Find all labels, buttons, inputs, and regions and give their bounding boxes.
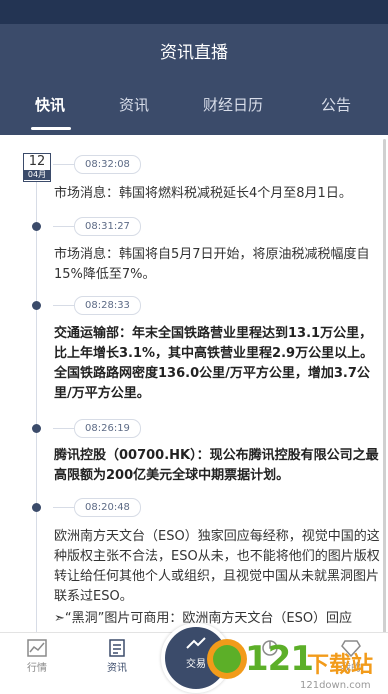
timeline-dot	[32, 222, 41, 231]
date-badge: 12 04月	[23, 153, 51, 182]
watermark-number: 121	[245, 639, 314, 679]
trade-icon	[186, 637, 206, 649]
status-bar	[0, 0, 388, 24]
tab-bar: 快讯 资讯 财经日历 公告	[0, 88, 388, 130]
tab-flash-news[interactable]: 快讯	[35, 94, 65, 115]
timeline-dot	[32, 424, 41, 433]
watermark: 121 下载站 121down.com	[207, 633, 387, 693]
tab-news[interactable]: 资讯	[119, 94, 149, 115]
watermark-logo-inner	[213, 645, 241, 673]
news-icon	[109, 639, 125, 657]
entry-time: 08:32:08	[53, 155, 141, 174]
news-feed[interactable]: 12 04月 08:32:08 市场消息：韩国将燃料税减税延长4个月至8月1日。…	[0, 135, 388, 632]
entry-time: 08:26:19	[53, 419, 141, 438]
timeline-dot	[32, 503, 41, 512]
news-entry[interactable]: 市场消息：韩国将燃料税减税延长4个月至8月1日。	[54, 184, 380, 204]
nav-label: 行情	[27, 663, 47, 674]
date-day: 12	[28, 154, 46, 169]
nav-item-market[interactable]: 行情	[17, 639, 57, 674]
chart-line-icon	[27, 639, 47, 657]
nav-item-news[interactable]: 资讯	[97, 639, 137, 674]
entry-time: 08:31:27	[53, 217, 141, 236]
news-entry[interactable]: ➣“黑洞”图片可商用：欧洲南方天文台（ESO）回应	[54, 609, 380, 629]
watermark-text: 下载站	[307, 653, 374, 678]
tab-announcements[interactable]: 公告	[321, 94, 351, 115]
news-entry[interactable]: 交通运输部：年末全国铁路营业里程达到13.1万公里，比上年增长3.1%，其中高铁…	[54, 324, 380, 404]
date-month: 04月	[24, 170, 50, 180]
watermark-url: 121down.com	[300, 680, 371, 691]
tab-finance-calendar[interactable]: 财经日历	[203, 94, 263, 115]
active-tab-indicator	[31, 127, 71, 130]
page-title: 资讯直播	[160, 43, 228, 63]
nav-label: 资讯	[107, 663, 127, 674]
scrollbar[interactable]	[383, 139, 386, 632]
timeline-line	[36, 179, 37, 632]
entry-time: 08:20:48	[53, 498, 141, 517]
timeline-dot	[32, 301, 41, 310]
entry-time: 08:28:33	[53, 296, 141, 315]
header: 资讯直播 快讯 资讯 财经日历 公告	[0, 0, 388, 135]
news-entry[interactable]: 欧洲南方天文台（ESO）独家回应每经称，视觉中国的这种版权主张不合法，ESO从未…	[54, 527, 380, 607]
news-entry[interactable]: 市场消息：韩国将自5月7日开始，将原油税减税幅度自15%降低至7%。	[54, 245, 380, 285]
news-entry[interactable]: 腾讯控股（00700.HK）：现公布腾讯控股有限公司之最高限额为200亿美元全球…	[54, 446, 380, 486]
